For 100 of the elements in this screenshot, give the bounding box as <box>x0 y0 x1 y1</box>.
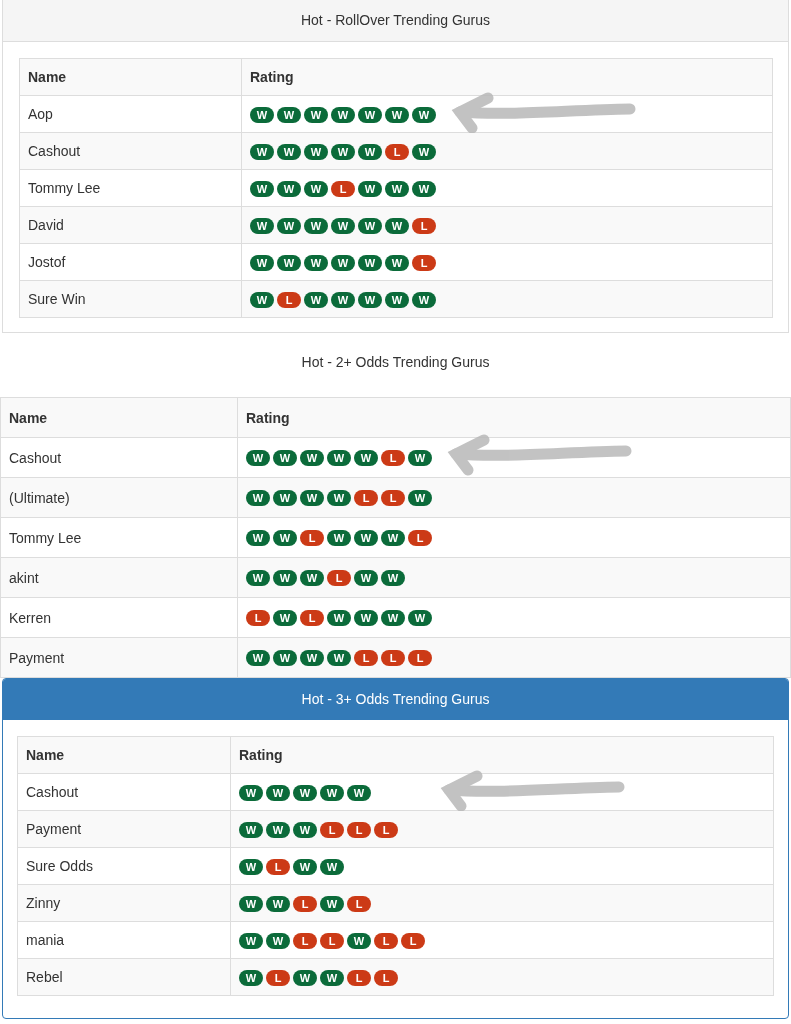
result-badge: L <box>374 821 398 838</box>
result-badge: W <box>246 530 270 547</box>
result-badge: W <box>327 490 351 507</box>
result-badge: W <box>331 106 355 123</box>
result-badge: W <box>354 610 378 627</box>
result-badge: W <box>385 217 409 234</box>
result-badge: W <box>250 143 274 160</box>
table-cell: Cashout <box>19 132 242 170</box>
result-badge: W <box>385 254 409 271</box>
result-badge: L <box>300 530 324 547</box>
result-badge: W <box>354 570 378 587</box>
result-badge: L <box>266 858 290 875</box>
panel-title: Hot - RollOver Trending Gurus <box>3 0 788 42</box>
table-cell: Payment <box>0 637 238 678</box>
result-badge: L <box>347 821 371 838</box>
table-cell: David <box>19 206 242 244</box>
result-badge: L <box>412 254 436 271</box>
result-badge: W <box>304 180 328 197</box>
result-badge: W <box>331 143 355 160</box>
result-badge: W <box>300 450 324 467</box>
result-badge: W <box>385 106 409 123</box>
result-badge: L <box>408 650 432 667</box>
result-badge: W <box>239 858 263 875</box>
column-header: Name <box>19 58 242 96</box>
table-cell: Payment <box>17 810 231 848</box>
result-badge: W <box>408 450 432 467</box>
result-badge: W <box>266 895 290 912</box>
result-badge: W <box>327 450 351 467</box>
result-badge: W <box>331 291 355 308</box>
panel-title: Hot - 3+ Odds Trending Gurus <box>3 679 788 720</box>
result-badge: W <box>358 143 382 160</box>
result-badge: W <box>293 784 317 801</box>
table-cell: Tommy Lee <box>0 517 238 558</box>
result-badge: W <box>277 106 301 123</box>
table-cell: Kerren <box>0 597 238 638</box>
result-badge: W <box>266 821 290 838</box>
result-badge: L <box>293 895 317 912</box>
result-badge: L <box>246 610 270 627</box>
table-cell: Zinny <box>17 884 231 922</box>
result-badge: W <box>304 254 328 271</box>
result-badge: L <box>354 650 378 667</box>
result-badge: W <box>277 217 301 234</box>
result-badge: W <box>273 450 297 467</box>
result-badge: W <box>293 821 317 838</box>
result-badge: W <box>246 450 270 467</box>
result-badge: L <box>385 143 409 160</box>
column-header: Name <box>17 736 231 774</box>
result-badge: W <box>273 530 297 547</box>
result-badge: W <box>304 143 328 160</box>
result-badge: W <box>331 217 355 234</box>
result-badge: L <box>381 490 405 507</box>
table-cell: Cashout <box>0 437 238 478</box>
result-badge: W <box>250 291 274 308</box>
result-badge: L <box>266 969 290 986</box>
table-cell: (Ultimate) <box>0 477 238 518</box>
column-header: Rating <box>230 736 774 774</box>
result-badge: W <box>381 570 405 587</box>
result-badge: L <box>354 490 378 507</box>
result-badge: L <box>412 217 436 234</box>
result-badge: L <box>320 821 344 838</box>
table-cell: Aop <box>19 95 242 133</box>
result-badge: W <box>408 490 432 507</box>
column-header: Name <box>0 397 238 438</box>
result-badge: W <box>358 254 382 271</box>
result-badge: W <box>246 490 270 507</box>
result-badge: W <box>320 969 344 986</box>
result-badge: W <box>273 650 297 667</box>
result-badge: W <box>412 106 436 123</box>
result-badge: W <box>239 932 263 949</box>
result-badge: W <box>250 180 274 197</box>
result-badge: W <box>277 143 301 160</box>
result-badge: W <box>239 821 263 838</box>
result-badge: L <box>300 610 324 627</box>
result-badge: L <box>331 180 355 197</box>
panel-title: Hot - 2+ Odds Trending Gurus <box>300 353 491 372</box>
result-badge: W <box>358 106 382 123</box>
result-badge: W <box>331 254 355 271</box>
result-badge: W <box>250 217 274 234</box>
result-badge: W <box>354 530 378 547</box>
result-badge: W <box>266 784 290 801</box>
result-badge: L <box>347 969 371 986</box>
table-cell: Sure Win <box>19 280 242 318</box>
result-badge: W <box>304 217 328 234</box>
result-badge: L <box>374 932 398 949</box>
table-cell: Cashout <box>17 773 231 811</box>
result-badge: W <box>320 895 344 912</box>
result-badge: L <box>320 932 344 949</box>
result-badge: W <box>293 858 317 875</box>
result-badge: W <box>412 291 436 308</box>
table-cell: mania <box>17 921 231 959</box>
result-badge: L <box>408 530 432 547</box>
result-badge: L <box>347 895 371 912</box>
result-badge: W <box>320 784 344 801</box>
result-badge: W <box>273 570 297 587</box>
result-badge: W <box>293 969 317 986</box>
table-cell: Jostof <box>19 243 242 281</box>
result-badge: W <box>304 291 328 308</box>
result-badge: W <box>239 895 263 912</box>
result-badge: W <box>347 784 371 801</box>
result-badge: W <box>381 530 405 547</box>
